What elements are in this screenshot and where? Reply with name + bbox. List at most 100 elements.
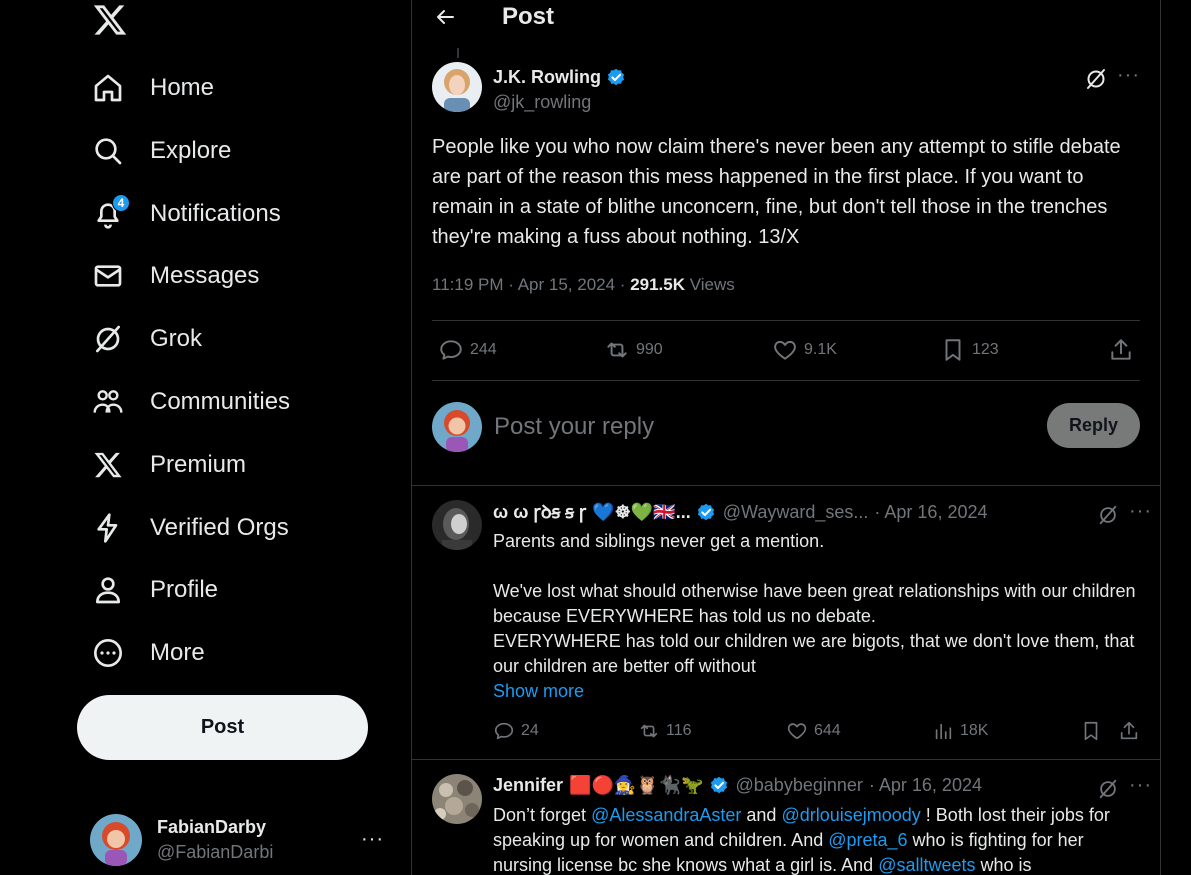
- nav-verified-orgs-label: Verified Orgs: [150, 514, 289, 541]
- more-icon[interactable]: ···: [1129, 500, 1152, 523]
- reply-action[interactable]: 24: [493, 720, 539, 742]
- reply-text: Parents and siblings never get a mention…: [493, 531, 1136, 701]
- bookmark-icon: [1084, 721, 1098, 741]
- analytics-icon: [935, 723, 952, 740]
- nav-grok[interactable]: Grok: [90, 314, 202, 364]
- post-date[interactable]: · Apr 16, 2024: [869, 775, 982, 796]
- nav-home[interactable]: Home: [90, 63, 214, 113]
- mention-link[interactable]: @preta_6: [828, 830, 907, 850]
- grok-icon: [90, 321, 126, 357]
- reply-header: ω ω ꞅꝺꞩ ꞩ ꞅ 💙☸💚🇬🇧... @Wayward_ses... · A…: [493, 500, 1113, 524]
- nav-premium-label: Premium: [150, 451, 247, 478]
- share-action[interactable]: [1118, 720, 1140, 742]
- mention-link[interactable]: @drlouisejmoody: [781, 805, 920, 825]
- bell-icon: 4: [90, 194, 130, 232]
- nav-profile-label: Profile: [150, 576, 219, 603]
- person-icon: [90, 572, 126, 608]
- divider: [432, 320, 1140, 321]
- grok-icon[interactable]: [1097, 778, 1121, 802]
- author-name[interactable]: J.K. Rowling: [493, 66, 627, 88]
- mention-link[interactable]: @salltweets: [878, 855, 975, 875]
- divider: [432, 380, 1140, 381]
- page-title: Post: [502, 3, 555, 30]
- envelope-icon: [90, 258, 126, 294]
- heart-icon: [787, 723, 807, 740]
- nav-communities-label: Communities: [150, 388, 291, 415]
- more-circle-icon: [90, 635, 126, 671]
- author-emoji: 🟥🔴🧙‍♀️🦉🐈‍⬛🦖: [569, 774, 704, 795]
- x-logo-icon[interactable]: [92, 2, 128, 38]
- main-column: Post J.K. Rowling @jk_rowling ··· People…: [411, 0, 1161, 875]
- reply-text: Don’t forget @AlessandraAster and @drlou…: [493, 805, 1110, 875]
- page-header: Post: [412, 0, 1160, 36]
- x-logo-icon: [90, 447, 126, 483]
- divider: [412, 759, 1160, 760]
- reply-action[interactable]: 244: [438, 337, 497, 363]
- account-switcher[interactable]: FabianDarby @FabianDarbi ···: [90, 812, 390, 868]
- post-button[interactable]: Post: [77, 695, 368, 760]
- nav-verified-orgs[interactable]: Verified Orgs: [90, 503, 289, 553]
- bookmark-action[interactable]: [1080, 720, 1102, 742]
- more-icon[interactable]: ···: [1117, 64, 1140, 87]
- views-label: Views: [689, 275, 735, 294]
- share-icon: [1111, 339, 1131, 360]
- repost-icon: [607, 342, 627, 358]
- bookmark-action[interactable]: 123: [940, 337, 999, 363]
- show-more-link[interactable]: Show more: [493, 681, 584, 701]
- repost-icon: [640, 724, 658, 738]
- more-icon[interactable]: ···: [361, 828, 384, 851]
- share-action[interactable]: [1108, 337, 1134, 363]
- reply-input[interactable]: [494, 411, 1014, 443]
- search-icon: [90, 133, 126, 169]
- share-icon: [1120, 721, 1138, 740]
- post-time[interactable]: 11:19 PM: [432, 275, 504, 294]
- notifications-badge: 4: [112, 194, 130, 212]
- nav-communities[interactable]: Communities: [90, 377, 290, 427]
- nav-notifications[interactable]: 4 Notifications: [90, 189, 281, 239]
- avatar[interactable]: [432, 774, 482, 824]
- nav-grok-label: Grok: [150, 325, 203, 352]
- avatar: [432, 402, 482, 452]
- nav-home-label: Home: [150, 74, 215, 101]
- author-handle[interactable]: @jk_rowling: [493, 92, 591, 113]
- nav-more-label: More: [150, 639, 205, 666]
- verified-badge-icon: [605, 66, 627, 88]
- grok-icon[interactable]: [1084, 67, 1108, 91]
- like-action[interactable]: 9.1K: [772, 337, 837, 363]
- divider: [412, 485, 1160, 486]
- post-text: People like you who now claim there's ne…: [432, 136, 1121, 248]
- repost-action[interactable]: 990: [604, 337, 663, 363]
- like-action[interactable]: 644: [786, 720, 841, 742]
- avatar: [90, 814, 142, 866]
- avatar[interactable]: [432, 62, 482, 112]
- repost-action[interactable]: 116: [638, 720, 692, 742]
- author-handle[interactable]: @Wayward_ses...: [723, 502, 869, 523]
- nav-premium[interactable]: Premium: [90, 440, 246, 490]
- people-icon: [90, 384, 126, 420]
- verified-badge-icon: [695, 501, 717, 523]
- post-date[interactable]: · Apr 16, 2024: [874, 502, 987, 523]
- nav-explore[interactable]: Explore: [90, 126, 231, 176]
- author-handle[interactable]: @babybeginner: [736, 775, 863, 796]
- post-actions: 244 990 9.1K 123: [432, 330, 1140, 370]
- verified-badge-icon: [708, 774, 730, 796]
- author-name[interactable]: ω ω ꞅꝺꞩ ꞩ ꞅ: [493, 500, 586, 524]
- author-emoji: 💙☸💚🇬🇧...: [592, 501, 691, 522]
- post-date[interactable]: Apr 15, 2024: [518, 275, 615, 294]
- more-icon[interactable]: ···: [1129, 774, 1152, 797]
- nav-more[interactable]: More: [90, 628, 205, 678]
- account-display-name: FabianDarby: [157, 817, 267, 837]
- heart-icon: [774, 340, 796, 360]
- reply-header: Jennifer 🟥🔴🧙‍♀️🦉🐈‍⬛🦖 @babybeginner · Apr…: [493, 774, 1113, 796]
- nav-messages[interactable]: Messages: [90, 251, 259, 301]
- avatar[interactable]: [432, 500, 482, 550]
- reply-button[interactable]: Reply: [1047, 403, 1140, 448]
- mention-link[interactable]: @AlessandraAster: [591, 805, 741, 825]
- grok-icon[interactable]: [1097, 504, 1121, 528]
- views-action[interactable]: 18K: [932, 720, 988, 742]
- nav-profile[interactable]: Profile: [90, 565, 218, 615]
- reply-composer: Reply: [432, 401, 1142, 457]
- author-name[interactable]: Jennifer: [493, 775, 563, 796]
- arrow-left-icon[interactable]: [430, 2, 460, 32]
- home-icon: [90, 70, 126, 106]
